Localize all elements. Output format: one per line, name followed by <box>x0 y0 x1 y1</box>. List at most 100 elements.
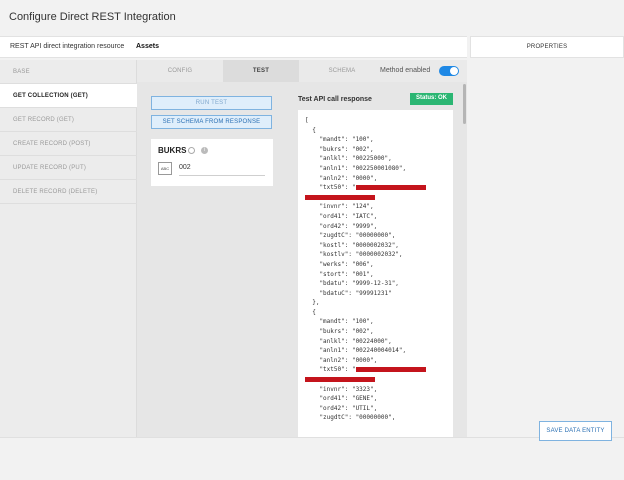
response-line: [ <box>305 116 426 126</box>
nav-item-update-record[interactable]: UPDATE RECORD (PUT) <box>0 156 137 180</box>
run-test-label: RUN TEST <box>195 100 228 106</box>
response-line-text: "anlkl": "00225000", <box>305 155 392 163</box>
response-line: "zugdtC": "00000000", <box>305 231 426 241</box>
set-schema-label: SET SCHEMA FROM RESPONSE <box>162 119 261 125</box>
redaction-bar <box>355 185 426 191</box>
param-card: BUKRS i ABC 002 <box>151 139 273 186</box>
toggle-knob <box>450 67 458 75</box>
nav-item-base[interactable]: BASE <box>0 60 137 84</box>
response-title: Test API call response <box>298 96 372 103</box>
nav-item-label: GET COLLECTION (GET) <box>13 93 88 99</box>
response-line: "anln1": "002250001080", <box>305 164 426 174</box>
response-line: "anlkl": "00225000", <box>305 154 426 164</box>
response-line-text: "zugdtC": "00000000", <box>305 414 396 422</box>
tab-label: SCHEMA <box>328 68 356 74</box>
response-line-text: }, <box>305 299 320 307</box>
response-line <box>305 193 426 203</box>
response-line: "anln2": "0000", <box>305 356 426 366</box>
response-line-text: "invnr": "3323", <box>305 385 378 393</box>
tab-test[interactable]: TEST <box>223 60 299 82</box>
resource-value: Assets <box>136 43 159 50</box>
response-line-text: [ <box>305 117 309 124</box>
response-line: "anln2": "0000", <box>305 174 426 184</box>
response-line: "bukrs": "002", <box>305 327 426 337</box>
response-line: "bdatuC": "99991231" <box>305 289 426 299</box>
set-schema-button[interactable]: SET SCHEMA FROM RESPONSE <box>151 115 272 129</box>
nav-item-create-record[interactable]: CREATE RECORD (POST) <box>0 132 137 156</box>
response-line-text: "anlkl": "00224000", <box>305 337 392 345</box>
response-line: "ord42": "UTIL", <box>305 404 426 414</box>
method-enabled-label: Method enabled <box>380 67 431 74</box>
response-line: "txt50": " <box>305 365 426 375</box>
response-line: "ord41": "IATC", <box>305 212 426 222</box>
resource-bar: REST API direct integration resource Ass… <box>0 36 467 58</box>
method-nav: BASE GET COLLECTION (GET) GET RECORD (GE… <box>0 60 137 437</box>
response-json: [ { "mandt": "100", "bukrs": "002", "anl… <box>305 116 426 423</box>
response-line-text: "mandt": "100", <box>305 318 374 326</box>
response-viewer[interactable]: [ { "mandt": "100", "bukrs": "002", "anl… <box>298 110 453 437</box>
redaction-bar <box>305 377 375 383</box>
response-line: "invnr": "3323", <box>305 385 426 395</box>
response-line <box>305 375 426 385</box>
response-line: "kostlv": "0000002032", <box>305 250 426 260</box>
response-line: "mandt": "100", <box>305 135 426 145</box>
response-line: "anln1": "002240004014", <box>305 346 426 356</box>
response-line-text: "invnr": "124", <box>305 203 374 211</box>
redaction-bar <box>355 367 426 373</box>
response-line-text: "bdatu": "9999-12-31", <box>305 280 399 288</box>
save-data-entity-button[interactable]: SAVE DATA ENTITY <box>539 421 612 441</box>
response-line-text: "bukrs": "002", <box>305 328 374 336</box>
nav-item-label: CREATE RECORD (POST) <box>13 141 91 147</box>
response-line: "zugdtC": "00000000", <box>305 413 426 423</box>
properties-panel <box>470 58 624 437</box>
response-line: "mandt": "100", <box>305 317 426 327</box>
response-line-text: "bukrs": "002", <box>305 145 374 153</box>
response-line: { <box>305 126 426 136</box>
tab-properties[interactable]: PROPERTIES <box>470 36 624 58</box>
response-line-text: "kostl": "0000002032", <box>305 241 399 249</box>
response-line: "kostl": "0000002032", <box>305 241 426 251</box>
response-line: "ord42": "9999", <box>305 222 426 232</box>
title-bar: Configure Direct REST Integration <box>0 0 624 34</box>
response-line-text: "ord41": "GENE", <box>305 395 378 403</box>
method-enabled-toggle[interactable] <box>439 66 459 76</box>
input-underline <box>179 175 265 176</box>
response-line-text: "ord42": "UTIL", <box>305 404 378 412</box>
tab-label: CONFIG <box>167 68 193 74</box>
response-line: "bukrs": "002", <box>305 145 426 155</box>
response-line-text: "anln1": "002250001080", <box>305 164 407 172</box>
response-line: { <box>305 308 426 318</box>
response-line-text: { <box>305 126 316 134</box>
status-badge: Status: OK <box>410 93 453 105</box>
param-name: BUKRS <box>158 146 187 155</box>
save-label: SAVE DATA ENTITY <box>546 428 605 434</box>
response-line-text: "stort": "001", <box>305 270 374 278</box>
param-value-input[interactable]: 002 <box>179 164 191 171</box>
response-line-text: "anln2": "0000", <box>305 174 378 182</box>
circle-icon[interactable] <box>188 147 195 154</box>
run-test-button[interactable]: RUN TEST <box>151 96 272 110</box>
response-line-text: "anln1": "002240004014", <box>305 347 407 355</box>
response-line-text: "mandt": "100", <box>305 136 374 144</box>
scrollbar[interactable] <box>463 84 466 124</box>
response-line-text: { <box>305 308 316 316</box>
response-line: "anlkl": "00224000", <box>305 337 426 347</box>
nav-item-get-collection[interactable]: GET COLLECTION (GET) <box>0 84 137 108</box>
response-line: "invnr": "124", <box>305 202 426 212</box>
response-line: "stort": "001", <box>305 270 426 280</box>
info-icon[interactable]: i <box>201 147 208 154</box>
nav-item-delete-record[interactable]: DELETE RECORD (DELETE) <box>0 180 137 204</box>
nav-item-get-record[interactable]: GET RECORD (GET) <box>0 108 137 132</box>
tab-properties-label: PROPERTIES <box>526 44 568 50</box>
tab-label: TEST <box>252 68 270 74</box>
response-line-text: "kostlv": "0000002032", <box>305 251 403 259</box>
response-line: }, <box>305 298 426 308</box>
nav-item-label: UPDATE RECORD (PUT) <box>13 165 87 171</box>
response-line-text: "txt50": " <box>305 366 356 374</box>
window-title: Configure Direct REST Integration <box>9 11 176 23</box>
nav-item-label: BASE <box>13 69 30 75</box>
response-line: "txt50": " <box>305 183 426 193</box>
response-line-text: "bdatuC": "99991231" <box>305 289 392 297</box>
tab-schema[interactable]: SCHEMA <box>299 60 385 82</box>
tab-config[interactable]: CONFIG <box>137 60 223 82</box>
